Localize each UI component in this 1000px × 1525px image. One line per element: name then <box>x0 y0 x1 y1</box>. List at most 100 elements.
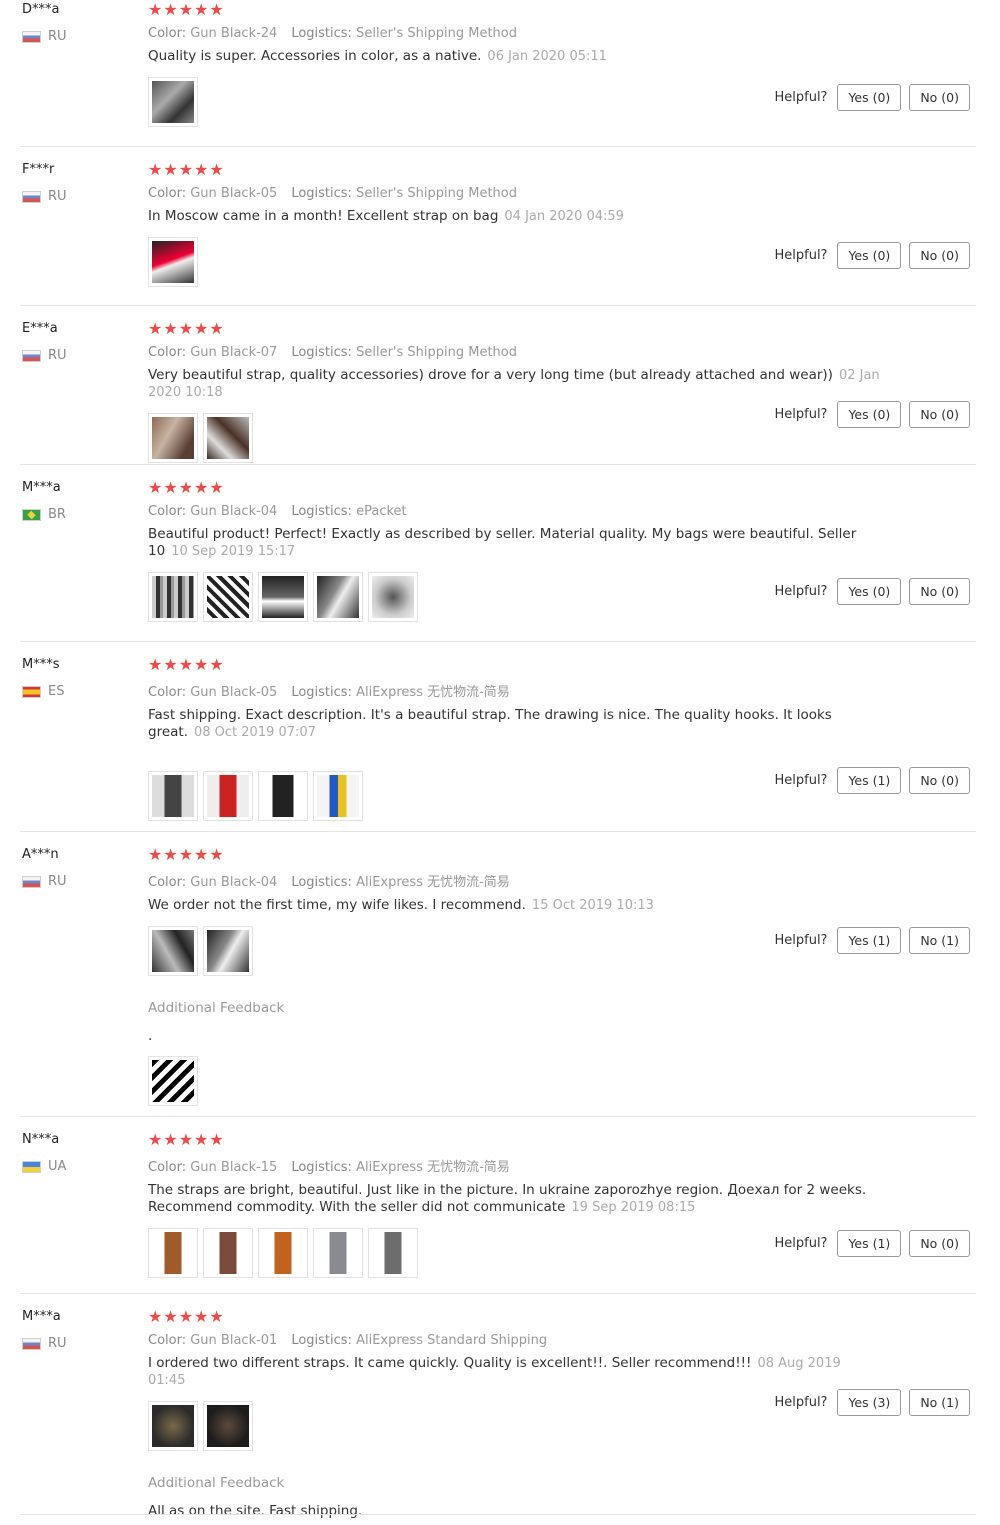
color-value: Gun Black-04 <box>190 875 278 890</box>
review-meta: Color: Gun Black-05 Logistics: AliExpress… <box>148 685 510 700</box>
review-photo-thumbnail[interactable] <box>203 926 253 976</box>
review-divider <box>20 1293 976 1294</box>
review-photo-thumbnail[interactable] <box>148 1056 198 1106</box>
review-photo-thumbnail[interactable] <box>368 572 418 622</box>
country-code: ES <box>48 684 65 699</box>
review-photo-thumbnail[interactable] <box>148 77 198 127</box>
vote-no-button[interactable]: No (1) <box>909 1389 970 1416</box>
review-meta: Color: Gun Black-04 Logistics: ePacket <box>148 504 407 519</box>
rating-stars: ★★★★★ <box>148 160 225 179</box>
flag-ru-icon <box>22 875 41 888</box>
country-code: UA <box>48 1159 67 1174</box>
review-photo-thumbnail[interactable] <box>313 771 363 821</box>
review-photo-thumbnail[interactable] <box>258 1228 308 1278</box>
review-photo-thumbnail[interactable] <box>203 1401 253 1451</box>
reviewer-name: M***a <box>22 1309 61 1324</box>
vote-yes-button[interactable]: Yes (0) <box>837 242 902 269</box>
review-date: 19 Sep 2019 08:15 <box>571 1200 696 1215</box>
review-text: In Moscow came in a month! Excellent str… <box>148 208 624 224</box>
additional-feedback-title: Additional Feedback <box>148 1475 285 1491</box>
logistics-value: Seller's Shipping Method <box>356 26 517 41</box>
vote-yes-button[interactable]: Yes (1) <box>837 767 902 794</box>
review-date: 08 Oct 2019 07:07 <box>194 725 316 740</box>
review-photo-thumbnail[interactable] <box>148 926 198 976</box>
country-code: RU <box>48 29 67 44</box>
review-photo-thumbnail[interactable] <box>148 1401 198 1451</box>
review-photo-thumbnail[interactable] <box>148 413 198 463</box>
helpful-label: Helpful? <box>774 773 828 788</box>
review-date: 04 Jan 2020 04:59 <box>504 209 624 224</box>
logistics-value: AliExpress 无忧物流-简易 <box>356 685 510 700</box>
reviewer-name: A***n <box>22 847 59 862</box>
vote-yes-button[interactable]: Yes (1) <box>837 1230 902 1257</box>
reviewer-name: E***a <box>22 321 58 336</box>
review-divider <box>20 464 976 465</box>
review-photo-thumbnail[interactable] <box>148 572 198 622</box>
rating-stars: ★★★★★ <box>148 478 225 497</box>
logistics-value: AliExpress Standard Shipping <box>356 1333 548 1348</box>
vote-no-button[interactable]: No (0) <box>909 578 970 605</box>
review-divider <box>20 831 976 832</box>
helpful-label: Helpful? <box>774 90 828 105</box>
review-divider <box>20 1116 976 1117</box>
reviewer-name: M***s <box>22 657 60 672</box>
vote-yes-button[interactable]: Yes (1) <box>837 927 902 954</box>
review-photo-thumbnail[interactable] <box>203 1228 253 1278</box>
review-photo-thumbnail[interactable] <box>148 1228 198 1278</box>
reviewer-country: RU <box>22 189 67 204</box>
additional-feedback-photos <box>148 1056 978 1106</box>
country-code: RU <box>48 874 67 889</box>
helpful-controls: Helpful? Yes (1) No (0) <box>774 1230 970 1257</box>
review-divider <box>20 146 976 147</box>
helpful-controls: Helpful? Yes (0) No (0) <box>774 578 970 605</box>
rating-stars: ★★★★★ <box>148 845 225 864</box>
helpful-label: Helpful? <box>774 248 828 263</box>
review-photo-thumbnail[interactable] <box>313 1228 363 1278</box>
vote-no-button[interactable]: No (0) <box>909 242 970 269</box>
flag-ru-icon <box>22 30 41 43</box>
review-photo-thumbnail[interactable] <box>148 771 198 821</box>
additional-feedback-text: All as on the site. Fast shipping. <box>148 1503 363 1519</box>
color-value: Gun Black-07 <box>190 345 278 360</box>
vote-no-button[interactable]: No (0) <box>909 767 970 794</box>
rating-stars: ★★★★★ <box>148 319 225 338</box>
vote-yes-button[interactable]: Yes (0) <box>837 578 902 605</box>
flag-ru-icon <box>22 1337 41 1350</box>
vote-no-button[interactable]: No (0) <box>909 401 970 428</box>
vote-no-button[interactable]: No (0) <box>909 1230 970 1257</box>
reviewer-country: UA <box>22 1159 66 1174</box>
logistics-value: Seller's Shipping Method <box>356 345 517 360</box>
helpful-label: Helpful? <box>774 1395 828 1410</box>
color-value: Gun Black-01 <box>190 1333 278 1348</box>
vote-yes-button[interactable]: Yes (0) <box>837 84 902 111</box>
reviewer-name: M***a <box>22 480 61 495</box>
review-photo-thumbnail[interactable] <box>203 572 253 622</box>
logistics-value: Seller's Shipping Method <box>356 186 517 201</box>
logistics-value: AliExpress 无忧物流-简易 <box>356 875 510 890</box>
vote-yes-button[interactable]: Yes (3) <box>837 1389 902 1416</box>
reviewer-country: ES <box>22 684 64 699</box>
review-photo-thumbnail[interactable] <box>258 771 308 821</box>
color-value: Gun Black-05 <box>190 685 278 700</box>
review-text: We order not the first time, my wife lik… <box>148 897 654 913</box>
review-photo-thumbnail[interactable] <box>258 572 308 622</box>
rating-stars: ★★★★★ <box>148 0 225 19</box>
vote-no-button[interactable]: No (0) <box>909 84 970 111</box>
country-code: RU <box>48 348 67 363</box>
review-text: Quality is super. Accessories in color, … <box>148 48 607 64</box>
review-photo-thumbnail[interactable] <box>368 1228 418 1278</box>
reviewer-country: RU <box>22 1336 67 1351</box>
review-photo-thumbnail[interactable] <box>203 413 253 463</box>
vote-no-button[interactable]: No (1) <box>909 927 970 954</box>
review-text: Fast shipping. Exact description. It's a… <box>148 707 832 740</box>
review-photo-thumbnail[interactable] <box>148 237 198 287</box>
vote-yes-button[interactable]: Yes (0) <box>837 401 902 428</box>
flag-br-icon <box>22 508 41 521</box>
reviewer-name: D***a <box>22 2 60 17</box>
review-photo-thumbnail[interactable] <box>203 771 253 821</box>
review-text: The straps are bright, beautiful. Just l… <box>148 1182 867 1215</box>
reviewer-country: RU <box>22 874 67 889</box>
color-value: Gun Black-15 <box>190 1160 278 1175</box>
helpful-controls: Helpful? Yes (0) No (0) <box>774 84 970 111</box>
review-photo-thumbnail[interactable] <box>313 572 363 622</box>
